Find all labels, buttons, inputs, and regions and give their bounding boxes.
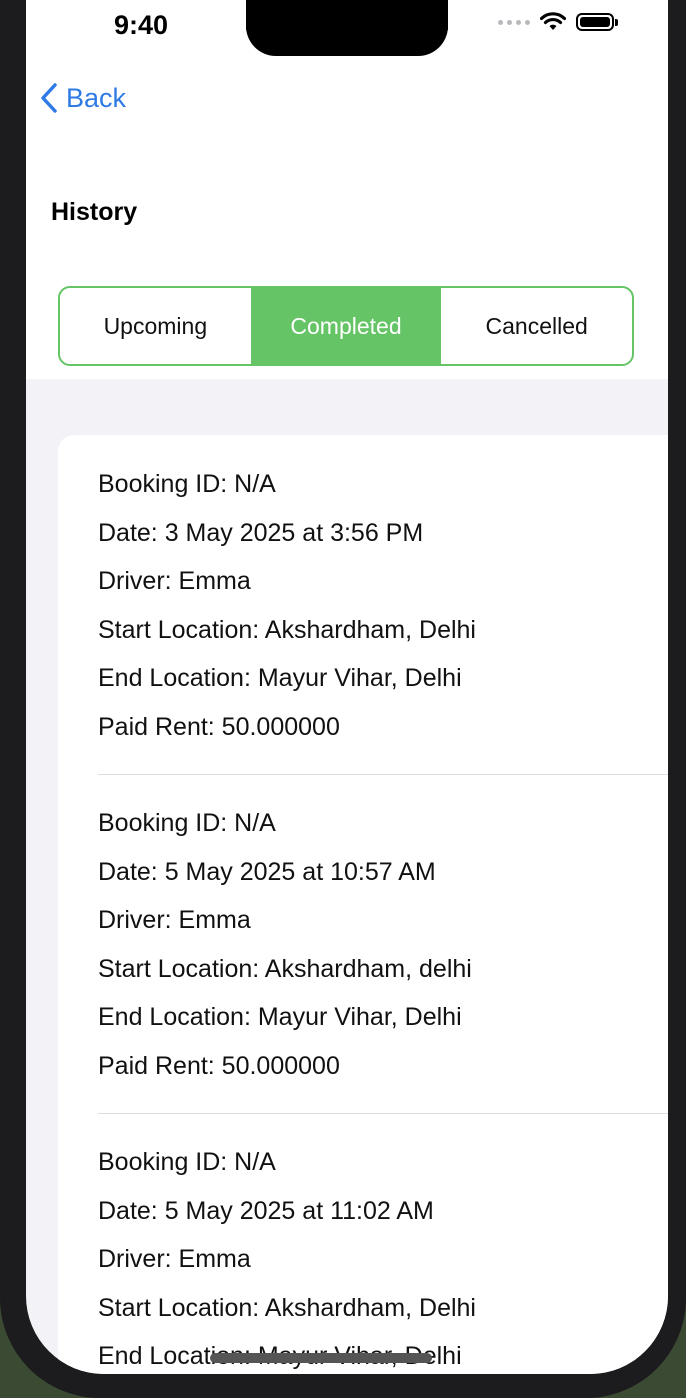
booking-date: Date: 3 May 2025 at 3:56 PM: [98, 518, 424, 547]
status-time: 9:40: [114, 10, 169, 40]
chevron-left-icon: [41, 83, 57, 113]
screen: 9:40 Back History Upcoming Completed Can…: [26, 0, 668, 1374]
booking-date: Date: 5 May 2025 at 10:57 AM: [98, 857, 436, 886]
divider: [98, 1113, 668, 1114]
back-button[interactable]: Back: [40, 82, 126, 114]
cellular-signal-icon: [498, 19, 530, 25]
tab-completed[interactable]: Completed: [250, 288, 442, 364]
segmented-control: Upcoming Completed Cancelled: [58, 286, 634, 366]
booking-start-location: Start Location: Akshardham, Delhi: [98, 615, 476, 644]
battery-icon: [576, 13, 618, 31]
divider: [98, 774, 668, 775]
booking-paid-rent: Paid Rent: 50.000000: [98, 712, 340, 741]
booking-start-location: Start Location: Akshardham, Delhi: [98, 1293, 476, 1322]
tab-upcoming[interactable]: Upcoming: [60, 288, 251, 364]
booking-driver: Driver: Emma: [98, 1245, 251, 1274]
booking-list[interactable]: Booking ID: N/A Date: 3 May 2025 at 3:56…: [58, 435, 668, 1374]
booking-date: Date: 5 May 2025 at 11:02 AM: [98, 1196, 434, 1225]
status-icons: [498, 12, 618, 32]
list-item[interactable]: Booking ID: N/A Date: 5 May 2025 at 11:0…: [98, 1138, 476, 1374]
device-frame: 9:40 Back History Upcoming Completed Can…: [0, 0, 686, 1398]
booking-driver: Driver: Emma: [98, 906, 251, 935]
booking-end-location: End Location: Mayur Vihar, Delhi: [98, 1003, 462, 1032]
booking-id: Booking ID: N/A: [98, 470, 276, 498]
booking-driver: Driver: Emma: [98, 567, 251, 596]
wifi-icon: [540, 12, 566, 30]
booking-paid-rent: Paid Rent: 50.000000: [98, 1051, 340, 1080]
home-indicator: [210, 1353, 432, 1363]
list-item[interactable]: Booking ID: N/A Date: 3 May 2025 at 3:56…: [98, 460, 476, 752]
dynamic-island: [246, 0, 448, 56]
booking-id: Booking ID: N/A: [98, 1148, 276, 1176]
booking-id: Booking ID: N/A: [98, 809, 276, 837]
tab-cancelled[interactable]: Cancelled: [441, 288, 632, 364]
booking-end-location: End Location: Mayur Vihar, Delhi: [98, 664, 462, 693]
booking-start-location: Start Location: Akshardham, delhi: [98, 954, 472, 983]
page-title: History: [51, 198, 138, 226]
list-item[interactable]: Booking ID: N/A Date: 5 May 2025 at 10:5…: [98, 799, 472, 1091]
back-label: Back: [66, 82, 127, 113]
